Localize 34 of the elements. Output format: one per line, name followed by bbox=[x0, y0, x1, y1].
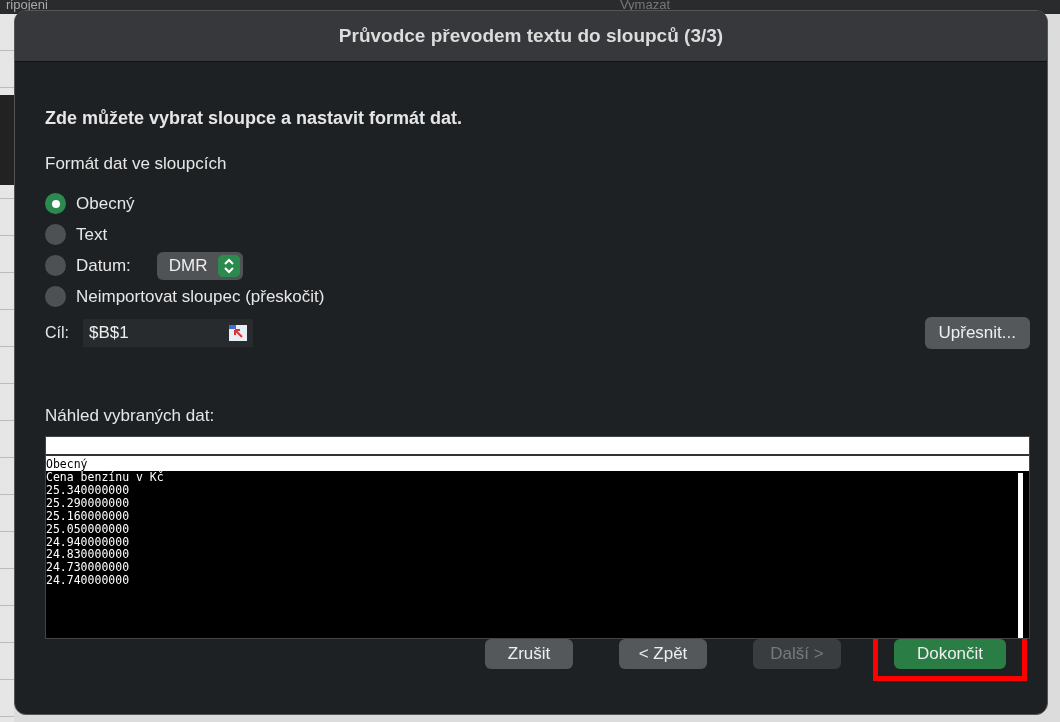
preview-row-text: 25.290000000 bbox=[46, 496, 131, 510]
window-title: Průvodce převodem textu do sloupců (3/3) bbox=[338, 25, 724, 47]
radio-label: Neimportovat sloupec (přeskočit) bbox=[76, 286, 325, 307]
background-text: Vymazat bbox=[618, 0, 671, 12]
radio-button[interactable] bbox=[45, 193, 66, 214]
background-text: ripojeni bbox=[5, 0, 49, 12]
stepper-icon bbox=[217, 254, 240, 277]
preview-row-text: 24.940000000 bbox=[46, 535, 131, 549]
destination-field[interactable]: $B$1 bbox=[83, 319, 253, 347]
preview-label: Náhled vybraných dat: bbox=[45, 406, 216, 426]
wizard-button[interactable]: Dokončit bbox=[894, 639, 1006, 669]
preview-row-text: 24.830000000 bbox=[46, 548, 131, 562]
preview-row-text: 24.730000000 bbox=[46, 561, 131, 575]
advanced-button[interactable]: Upřesnit... bbox=[924, 317, 1030, 349]
radio-label: Text bbox=[76, 224, 108, 245]
radio-label: Obecný bbox=[76, 193, 135, 214]
field-label: Cíl: bbox=[45, 324, 69, 342]
group-label: Formát dat ve sloupcích bbox=[45, 154, 228, 174]
wizard-button[interactable]: < Zpět bbox=[619, 639, 707, 669]
date-format-popup[interactable]: DMR bbox=[156, 251, 243, 280]
preview-row-text: 25.340000000 bbox=[46, 483, 131, 497]
range-picker-icon[interactable] bbox=[229, 325, 247, 341]
wizard-button[interactable]: Zrušit bbox=[485, 639, 573, 669]
preview-row-text: 25.050000000 bbox=[46, 522, 131, 536]
radio-label: Datum: bbox=[76, 255, 131, 276]
preview-row-text: 24.740000000 bbox=[46, 574, 131, 588]
preview-row-text: Cena benzínu v Kč bbox=[46, 471, 165, 484]
column-format-header[interactable]: Obecný bbox=[46, 456, 1029, 471]
radio-button[interactable] bbox=[45, 286, 66, 307]
radio-button[interactable] bbox=[45, 255, 66, 276]
scrollbar[interactable] bbox=[1018, 473, 1023, 638]
radio-button[interactable] bbox=[45, 224, 66, 245]
preview-row-text: 25.160000000 bbox=[46, 509, 131, 523]
instruction-heading: Zde můžete vybrat sloupce a nastavit formát dat. bbox=[45, 108, 464, 129]
